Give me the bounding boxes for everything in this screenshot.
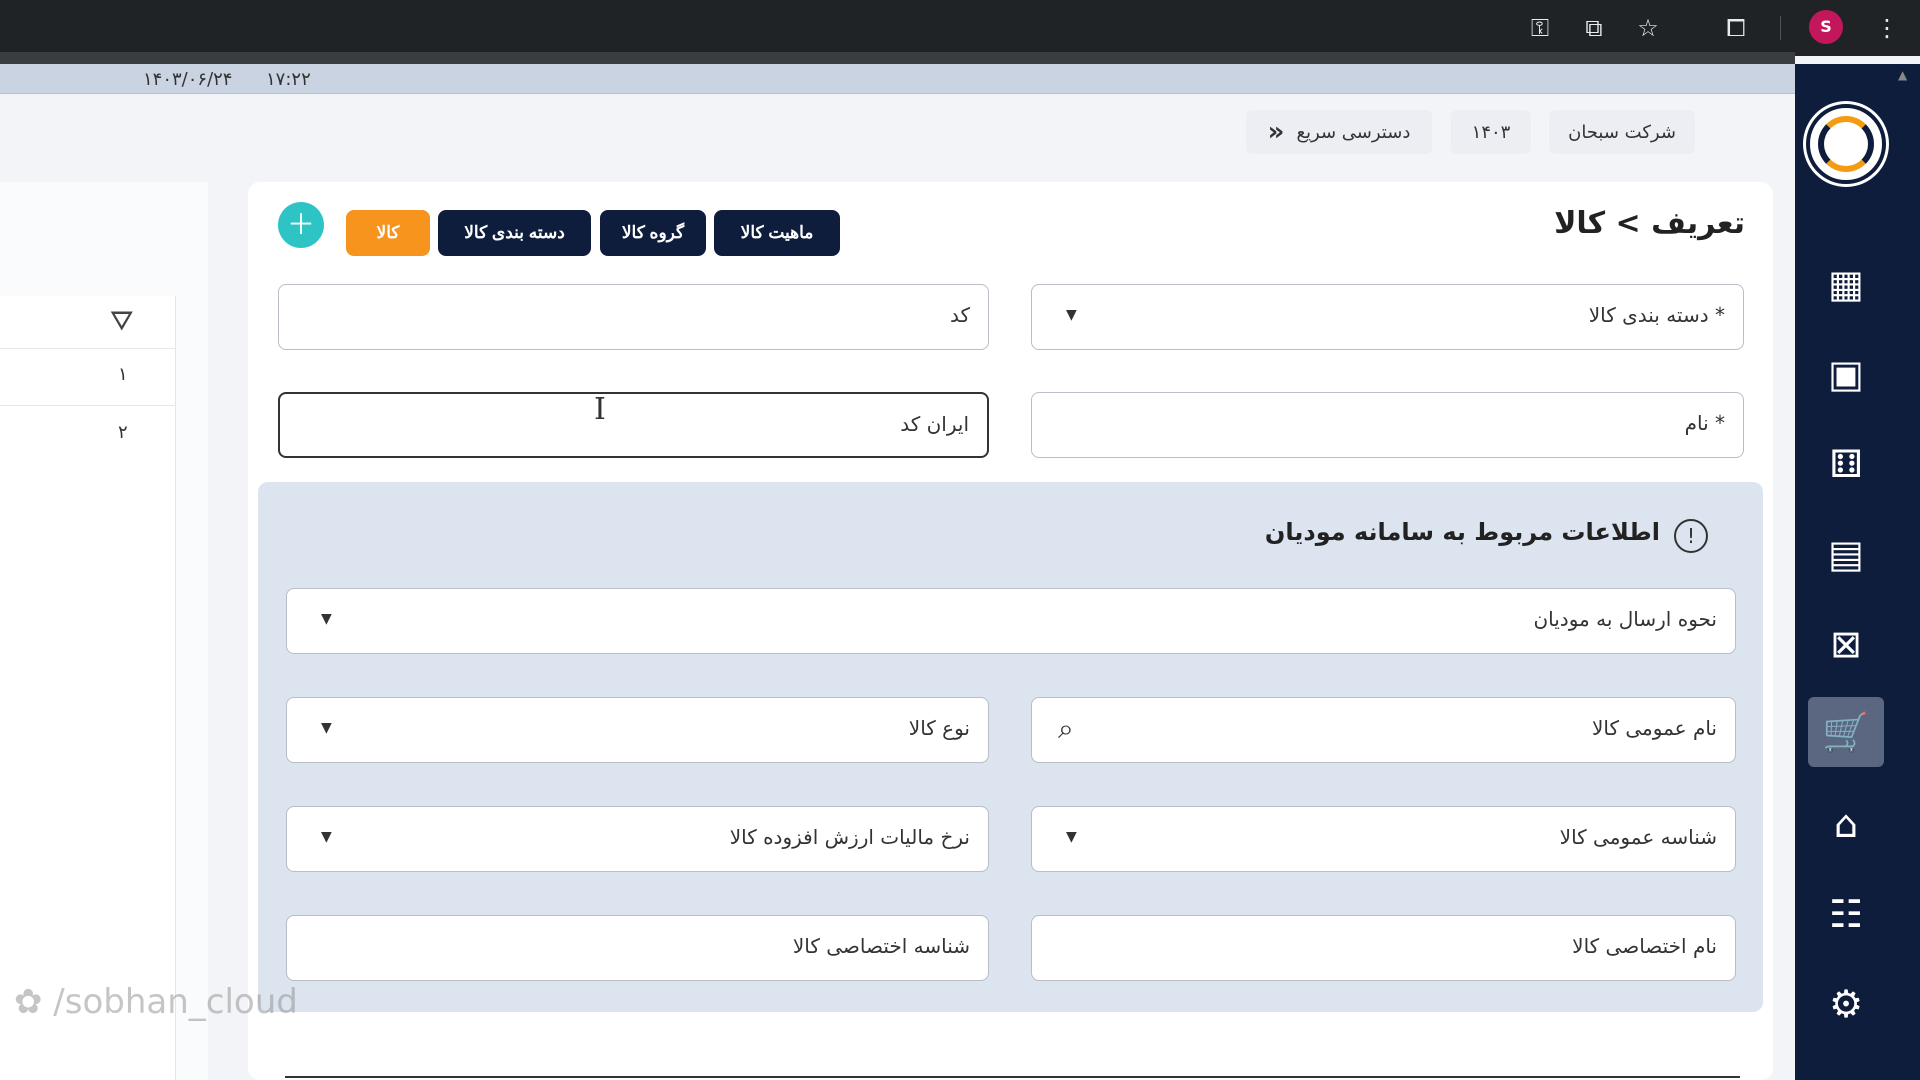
name-label: * نام	[1684, 411, 1725, 435]
dropdown-caret-icon: ▼	[321, 829, 332, 845]
warehouse-icon[interactable]: ⌂	[1808, 794, 1884, 854]
filter-clear-icon[interactable]: ⛛	[110, 304, 134, 338]
private-name-input[interactable]: نام اختصاصی کالا	[1031, 915, 1736, 981]
double-chevron-left-icon: «	[1267, 117, 1285, 147]
iran-code-label: ایران کد	[900, 412, 969, 436]
next-field-border	[285, 1076, 1740, 1078]
abacus-icon[interactable]: ▤	[1808, 524, 1884, 584]
watermark-text: /sobhan_cloud	[53, 982, 298, 1022]
code-label: کد	[949, 303, 970, 327]
general-name-search[interactable]: نام عمومی کالا ⌕	[1031, 697, 1736, 763]
quick-access-button[interactable]: دسترسی سریع «	[1246, 110, 1432, 154]
info-icon[interactable]: !	[1674, 519, 1708, 553]
private-id-label: شناسه اختصاصی کالا	[792, 934, 970, 958]
item-tab-button[interactable]: کالا	[346, 210, 430, 256]
profile-avatar[interactable]: S	[1809, 10, 1843, 44]
bookmark-star-icon[interactable]: ☆	[1632, 12, 1664, 44]
scroll-up-icon[interactable]: ▲	[1898, 68, 1912, 82]
general-name-label: نام عمومی کالا	[1592, 716, 1717, 740]
category-select[interactable]: * دسته بندی کالا ▼	[1031, 284, 1744, 350]
private-id-input[interactable]: شناسه اختصاصی کالا	[286, 915, 989, 981]
settings-board-icon[interactable]: ⚙	[1808, 974, 1884, 1034]
item-list-table: ۱ ۲	[0, 296, 176, 1080]
tax-section-title: اطلاعات مربوط به سامانه مودیان	[1264, 518, 1660, 546]
sales-cart-icon[interactable]: 🛒	[1808, 697, 1884, 767]
row-number: ۲	[118, 422, 128, 443]
quick-access-label: دسترسی سریع	[1296, 121, 1411, 143]
accounting-icon[interactable]: ⚅	[1808, 434, 1884, 494]
current-date: ۱۴۰۳/۰۶/۲۴	[143, 69, 233, 90]
send-method-select[interactable]: نحوه ارسال به مودیان ▼	[286, 588, 1736, 654]
current-time: ۱۷:۲۲	[266, 69, 311, 90]
translate-icon[interactable]: ⧉	[1578, 12, 1610, 44]
text-cursor-icon: I	[594, 392, 606, 427]
dropdown-caret-icon: ▼	[1066, 829, 1077, 845]
datetime-bar: ۱۴۰۳/۰۶/۲۴ ۱۷:۲۲	[0, 64, 1795, 94]
item-type-select[interactable]: نوع کالا ▼	[286, 697, 989, 763]
toolbar-separator	[1780, 16, 1781, 40]
search-icon[interactable]: ⌕	[1058, 712, 1074, 746]
dropdown-caret-icon: ▼	[321, 720, 332, 736]
item-type-label: نوع کالا	[908, 716, 970, 740]
password-key-icon[interactable]: ⚿	[1524, 12, 1556, 44]
people-icon[interactable]: ☷	[1808, 884, 1884, 944]
add-item-button[interactable]: ＋	[278, 202, 324, 248]
send-method-label: نحوه ارسال به مودیان	[1533, 607, 1717, 631]
name-input[interactable]: * نام	[1031, 392, 1744, 458]
browser-toolbar-divider	[0, 52, 1795, 64]
fiscal-year-selector[interactable]: ۱۴۰۳	[1451, 110, 1531, 154]
general-id-label: شناسه عمومی کالا	[1559, 825, 1717, 849]
page-title: تعریف > کالا	[1554, 206, 1745, 241]
general-id-select[interactable]: شناسه عمومی کالا ▼	[1031, 806, 1736, 872]
fiscal-year: ۱۴۰۳	[1471, 121, 1511, 143]
row-number: ۱	[118, 364, 128, 385]
invoice-icon[interactable]: ⊠	[1808, 614, 1884, 674]
iran-code-input[interactable]: ایران کد	[278, 392, 989, 458]
add-document-icon: ＋	[286, 208, 315, 241]
private-name-label: نام اختصاصی کالا	[1572, 934, 1717, 958]
table-row[interactable]: ۱	[0, 348, 176, 406]
app-logo[interactable]	[1806, 104, 1886, 184]
watermark: ✿ /sobhan_cloud	[14, 982, 298, 1022]
dropdown-caret-icon: ▼	[321, 611, 332, 627]
table-row[interactable]: ۲	[0, 406, 176, 466]
group-tab-button[interactable]: گروه کالا	[600, 210, 706, 256]
contact-card-icon[interactable]: ▣	[1808, 344, 1884, 404]
extensions-puzzle-icon[interactable]: ⧠	[1720, 12, 1752, 44]
code-input[interactable]: کد	[278, 284, 989, 350]
nature-tab-button[interactable]: ماهیت کالا	[714, 210, 840, 256]
browser-menu-icon[interactable]: ⋮	[1871, 12, 1903, 44]
vat-rate-select[interactable]: نرخ مالیات ارزش افزوده کالا ▼	[286, 806, 989, 872]
category-tab-button[interactable]: دسته بندی کالا	[438, 210, 591, 256]
company-selector[interactable]: شرکت سبحان	[1549, 110, 1695, 154]
company-name: شرکت سبحان	[1568, 121, 1676, 143]
dropdown-caret-icon: ▼	[1066, 307, 1077, 323]
category-label: * دسته بندی کالا	[1588, 303, 1725, 327]
vat-rate-label: نرخ مالیات ارزش افزوده کالا	[729, 825, 970, 849]
dashboard-icon[interactable]: ▦	[1808, 254, 1884, 314]
